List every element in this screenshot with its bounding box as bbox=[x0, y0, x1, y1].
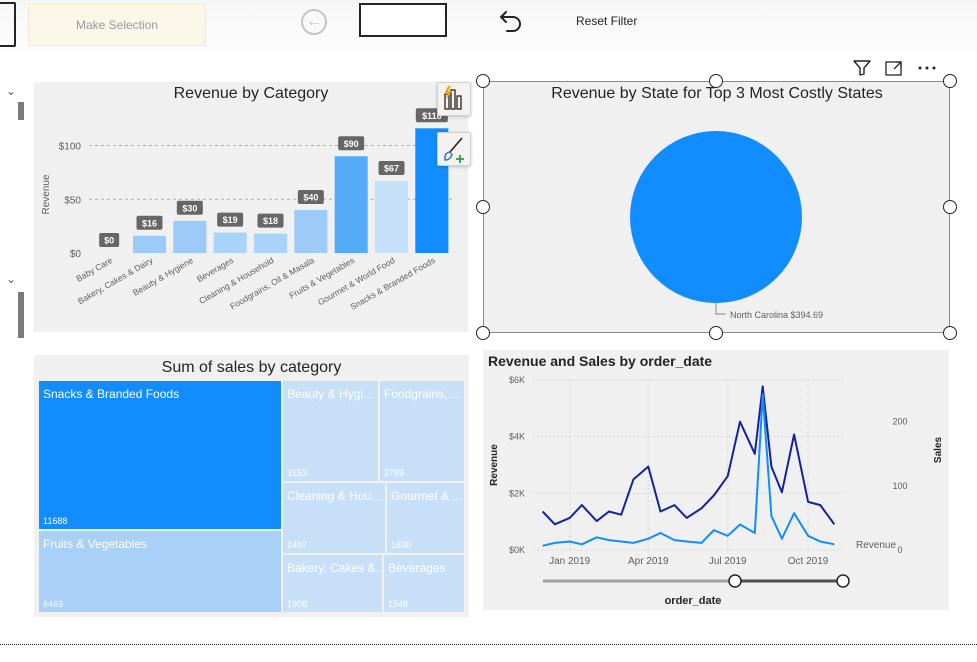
treemap-cell[interactable]: Beverages 1548 bbox=[384, 555, 464, 612]
treemap-value: 6463 bbox=[43, 599, 64, 609]
smart-narrative-button[interactable] bbox=[437, 82, 471, 116]
data-label: $18 bbox=[263, 216, 278, 226]
undo-icon[interactable] bbox=[497, 6, 525, 34]
slicer-scrollbar[interactable] bbox=[18, 292, 24, 338]
resize-handle[interactable] bbox=[943, 200, 957, 214]
treemap-label: Foodgrains, ... bbox=[384, 387, 461, 401]
x-tick-label: Bakery, Cakes & Dairy bbox=[76, 255, 155, 306]
treemap-label: Bakery, Cakes &... bbox=[287, 561, 382, 575]
reset-filter-button[interactable]: Reset Filter bbox=[576, 14, 637, 28]
treemap-cell[interactable]: Gourmet & ... 1830 bbox=[387, 483, 464, 553]
data-label: $16 bbox=[142, 218, 157, 228]
line-chart-canvas: $0K $2K $4K $6K Jan 2019 Apr 2019 Jul 2019 Oct … bbox=[489, 375, 944, 607]
treemap-label: Gourmet & ... bbox=[391, 489, 463, 503]
y2-axis-title: Sales bbox=[933, 436, 944, 463]
bar bbox=[213, 232, 247, 253]
treemap-value: 1908 bbox=[287, 599, 308, 609]
range-slider-handle bbox=[836, 574, 850, 588]
bar bbox=[334, 156, 368, 253]
y-axis-title: Revenue bbox=[41, 174, 52, 214]
revenue-sales-line-chart[interactable]: Revenue and Sales by order_date $0K $2K $4… bbox=[483, 350, 949, 610]
series-line-sales bbox=[541, 385, 836, 526]
make-selection-label: Make Selection bbox=[75, 18, 159, 32]
y2-tick-label: 0 bbox=[897, 545, 902, 555]
filter-icon[interactable] bbox=[852, 59, 872, 77]
x-axis-title: order_date bbox=[665, 595, 722, 607]
resize-handle[interactable] bbox=[943, 326, 957, 340]
treemap-area: Snacks & Branded Foods 11688 Fruits & Vege… bbox=[38, 380, 465, 613]
x-tick-label: Jul 2019 bbox=[709, 556, 747, 567]
treemap-value: 1830 bbox=[391, 540, 412, 550]
y-tick-label: $2K bbox=[509, 488, 525, 498]
bar bbox=[294, 210, 328, 253]
y-tick-label: $4K bbox=[509, 432, 525, 442]
treemap-cell[interactable]: Beauty & Hygi... 3153 bbox=[283, 381, 378, 481]
treemap-cell[interactable]: Cleaning & Hou... 2407 bbox=[283, 483, 385, 553]
bar-chart-canvas: $0$50$100Revenue$0Baby Care$16Bakery, Ca… bbox=[41, 108, 452, 312]
page-divider bbox=[0, 644, 977, 645]
brush-plus-icon bbox=[444, 137, 464, 163]
focus-mode-icon[interactable] bbox=[884, 59, 904, 77]
treemap-cell[interactable]: Snacks & Branded Foods 11688 bbox=[39, 381, 281, 529]
bar bbox=[173, 220, 207, 253]
resize-handle[interactable] bbox=[709, 326, 723, 340]
selection-frame bbox=[483, 81, 950, 333]
visual-header bbox=[852, 58, 938, 78]
treemap-value: 2407 bbox=[287, 540, 308, 550]
resize-handle[interactable] bbox=[709, 74, 723, 88]
treemap-cell[interactable]: Foodgrains, ... 2799 bbox=[380, 381, 464, 481]
format-painter-button[interactable] bbox=[437, 132, 471, 166]
y-tick-label: $100 bbox=[59, 142, 82, 153]
chart-lightning-icon bbox=[444, 86, 462, 110]
y-axis-title: Revenue bbox=[489, 444, 500, 486]
back-arrow-icon[interactable]: ← bbox=[301, 9, 327, 35]
y-tick-label: $6K bbox=[509, 375, 525, 385]
resize-handle[interactable] bbox=[943, 74, 957, 88]
chevron-down-icon[interactable]: ⌄ bbox=[6, 84, 16, 98]
y2-tick-label: 200 bbox=[892, 417, 907, 427]
x-tick-label: Oct 2019 bbox=[788, 556, 829, 567]
treemap-value: 1548 bbox=[388, 599, 409, 609]
range-slider-handle bbox=[728, 574, 742, 588]
data-label: $30 bbox=[182, 203, 197, 213]
treemap-label: Beauty & Hygi... bbox=[287, 387, 374, 401]
data-label: $90 bbox=[344, 139, 359, 149]
make-selection-button[interactable]: Make Selection bbox=[28, 4, 206, 46]
y-tick-label: $0K bbox=[509, 545, 525, 555]
resize-handle[interactable] bbox=[476, 200, 490, 214]
treemap-label: Snacks & Branded Foods bbox=[43, 387, 180, 401]
slicer-scrollbar[interactable] bbox=[18, 102, 24, 120]
resize-handle[interactable] bbox=[476, 326, 490, 340]
data-label: $67 bbox=[384, 163, 399, 173]
bar bbox=[132, 235, 167, 253]
bar bbox=[374, 180, 409, 253]
more-options-icon[interactable] bbox=[916, 59, 938, 77]
treemap-label: Beverages bbox=[388, 561, 446, 575]
treemap-label: Fruits & Vegetables bbox=[43, 537, 148, 551]
treemap-value: 3153 bbox=[287, 468, 308, 478]
series-line-revenue bbox=[542, 393, 835, 547]
y-tick-label: $0 bbox=[70, 249, 82, 260]
empty-button[interactable] bbox=[359, 3, 447, 37]
data-label: $40 bbox=[303, 193, 318, 203]
sales-by-category-treemap[interactable]: Sum of sales by category Snacks & Brande… bbox=[34, 355, 469, 617]
treemap-value: 11688 bbox=[43, 516, 68, 526]
x-tick-label: Jan 2019 bbox=[549, 556, 591, 567]
treemap-label: Cleaning & Hou... bbox=[287, 489, 382, 503]
legend-label: Revenue bbox=[856, 540, 896, 551]
chevron-down-icon[interactable]: ⌄ bbox=[6, 272, 16, 286]
data-label: $0 bbox=[104, 236, 114, 246]
treemap-cell[interactable]: Bakery, Cakes &... 1908 bbox=[283, 555, 382, 612]
resize-handle[interactable] bbox=[476, 74, 490, 88]
y-tick-label: $50 bbox=[64, 195, 81, 206]
data-label: $19 bbox=[223, 215, 238, 225]
treemap-value: 2799 bbox=[384, 468, 405, 478]
treemap-cell[interactable]: Fruits & Vegetables 6463 bbox=[39, 531, 281, 612]
y2-tick-label: 100 bbox=[892, 481, 907, 491]
chart-title: Sum of sales by category bbox=[161, 359, 342, 376]
left-shape[interactable] bbox=[0, 2, 16, 47]
x-tick-label: Apr 2019 bbox=[628, 556, 669, 567]
bar bbox=[253, 233, 288, 253]
revenue-by-category-chart[interactable]: Revenue by Category $0 $50 $100 Revenue $0 Ba… bbox=[34, 82, 468, 332]
